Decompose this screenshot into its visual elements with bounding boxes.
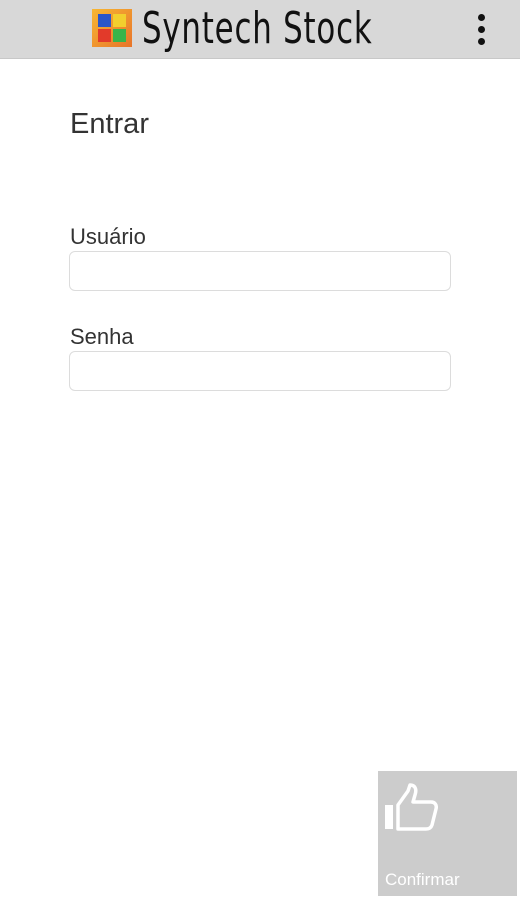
username-input[interactable]: [69, 251, 451, 291]
login-screen: Syntech Stock Entrar Usuário Senha Confi…: [0, 0, 520, 900]
password-label: Senha: [70, 324, 134, 349]
menu-dot: [477, 25, 485, 33]
more-options-button[interactable]: [468, 9, 494, 49]
app-bar: Syntech Stock: [0, 0, 520, 59]
menu-dot: [477, 37, 485, 45]
logo-icon: [92, 9, 132, 47]
thumbs-up-icon: [385, 783, 438, 831]
username-label: Usuário: [70, 224, 146, 249]
app-title: Syntech Stock: [142, 3, 373, 54]
page-title: Entrar: [70, 108, 149, 140]
password-input[interactable]: [69, 351, 451, 391]
confirm-label: Confirmar: [385, 870, 460, 889]
confirm-button[interactable]: Confirmar: [378, 771, 517, 896]
menu-dot: [477, 13, 485, 21]
